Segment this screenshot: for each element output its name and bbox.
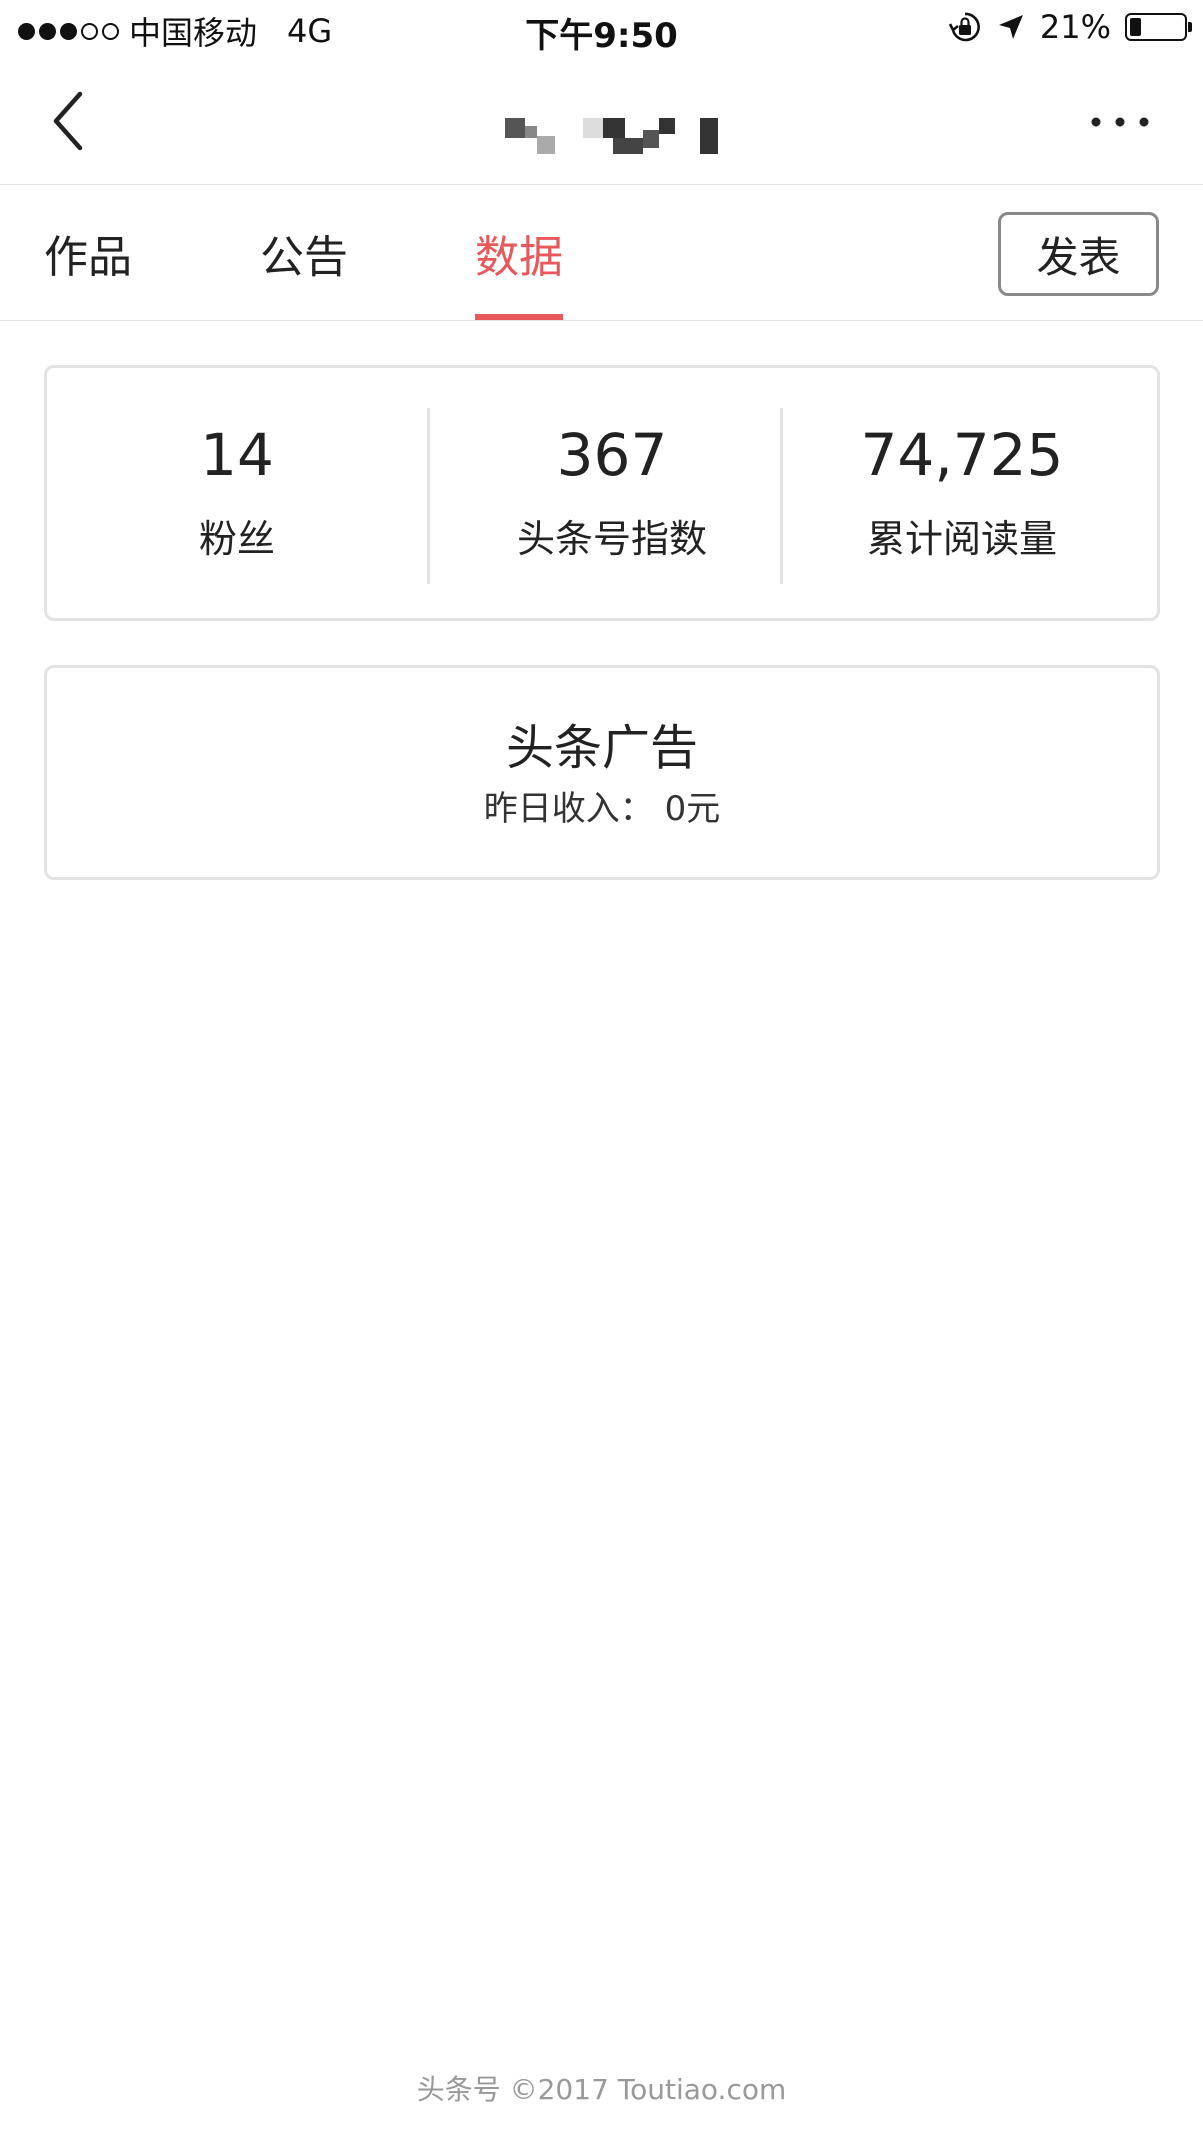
ad-income-card[interactable]: 头条广告 昨日收入： 0元 bbox=[44, 665, 1160, 880]
tab-data[interactable]: 数据 bbox=[475, 221, 563, 285]
stat-value: 367 bbox=[556, 421, 668, 489]
back-button[interactable] bbox=[44, 88, 104, 154]
chevron-left-icon bbox=[53, 91, 83, 151]
stat-toutiao-index[interactable]: 367 头条号指数 bbox=[447, 426, 777, 563]
nav-bar bbox=[0, 60, 1203, 185]
status-bar: 中国移动 4G 下午9:50 21% bbox=[0, 0, 1203, 60]
stat-label: 头条号指数 bbox=[516, 517, 707, 561]
active-tab-indicator bbox=[475, 314, 563, 320]
location-arrow-icon bbox=[998, 15, 1023, 39]
stat-value: 14 bbox=[200, 421, 274, 489]
ad-income-line: 昨日收入： 0元 bbox=[47, 781, 1157, 830]
orientation-lock-icon bbox=[948, 12, 980, 42]
battery-icon bbox=[1125, 13, 1192, 41]
battery-fill bbox=[1130, 18, 1141, 36]
stat-total-reads[interactable]: 74,725 累计阅读量 bbox=[797, 426, 1127, 563]
stat-value: 74,725 bbox=[860, 421, 1064, 489]
battery-percent: 21% bbox=[1039, 8, 1111, 46]
more-dots-icon bbox=[1091, 117, 1149, 127]
stat-label: 粉丝 bbox=[198, 517, 275, 561]
stat-divider bbox=[427, 408, 430, 584]
ad-card-title: 头条广告 bbox=[505, 720, 698, 776]
stats-card: 14 粉丝 367 头条号指数 74,725 累计阅读量 bbox=[44, 365, 1160, 621]
tab-works[interactable]: 作品 bbox=[44, 221, 132, 285]
tab-bar: 作品 公告 数据 发表 bbox=[0, 185, 1203, 321]
stat-divider bbox=[780, 408, 783, 584]
footer-copyright: 头条号 ©2017 Toutiao.com bbox=[416, 2073, 787, 2106]
publish-button[interactable]: 发表 bbox=[998, 212, 1159, 296]
obscured-title-mosaic bbox=[505, 118, 718, 154]
more-button[interactable] bbox=[1087, 110, 1153, 134]
status-right: 21% bbox=[948, 8, 1192, 46]
tab-announcements[interactable]: 公告 bbox=[260, 221, 348, 285]
income-value: 0元 bbox=[664, 789, 721, 829]
income-label: 昨日收入： bbox=[483, 789, 654, 829]
stat-followers[interactable]: 14 粉丝 bbox=[107, 426, 367, 563]
stat-label: 累计阅读量 bbox=[866, 517, 1057, 561]
